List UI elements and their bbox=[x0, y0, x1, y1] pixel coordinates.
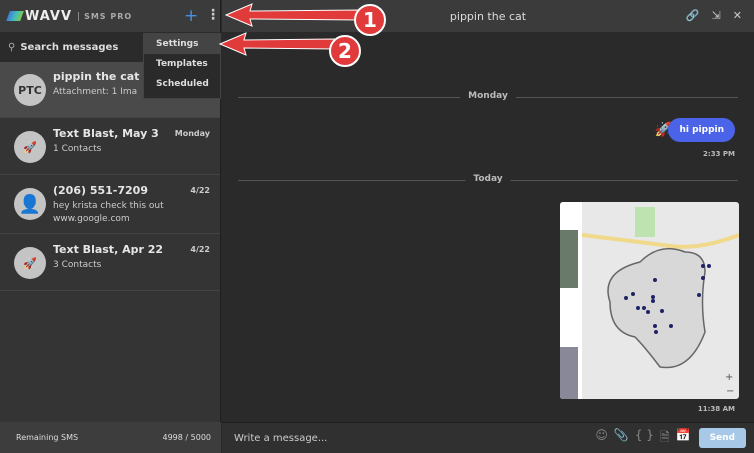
message-bubble: hi pippin bbox=[668, 118, 735, 142]
message-time: 2:33 PM bbox=[703, 150, 735, 158]
conversation-item[interactable]: 🚀 Text Blast, May 3 Monday 1 Contacts bbox=[0, 119, 220, 175]
emoji-icon[interactable]: ☺ bbox=[595, 428, 608, 449]
conversation-date: 4/22 bbox=[190, 245, 210, 254]
template-icon[interactable]: 🗎 bbox=[660, 428, 670, 449]
avatar: PTC bbox=[14, 74, 46, 106]
remaining-sms: Remaining SMS 4998 / 5000 bbox=[0, 422, 221, 453]
menu-item-settings[interactable]: Settings bbox=[144, 34, 220, 54]
conversation-name: Text Blast, Apr 22 bbox=[53, 243, 164, 256]
svg-text:−: − bbox=[726, 386, 734, 397]
logo: WAVV SMS PRO bbox=[6, 9, 132, 24]
composer: Write a message... ☺ 📎 { } 🗎 📅 Send bbox=[222, 422, 754, 453]
map-image-attachment[interactable]: + − bbox=[560, 202, 739, 399]
send-button[interactable]: Send bbox=[698, 428, 746, 448]
new-message-button[interactable]: + bbox=[184, 6, 198, 26]
link-icon[interactable]: 🔗 bbox=[686, 9, 700, 22]
date-divider: Today bbox=[238, 174, 738, 184]
conversation-item[interactable]: 🚀 Text Blast, Apr 22 4/22 3 Contacts bbox=[0, 235, 220, 291]
attachment-icon[interactable]: 📎 bbox=[614, 428, 629, 449]
merge-field-icon[interactable]: { } bbox=[635, 428, 654, 449]
menu-item-scheduled[interactable]: Scheduled bbox=[144, 74, 220, 94]
conversation-date: 4/22 bbox=[190, 186, 210, 195]
conversation-preview: 3 Contacts bbox=[53, 260, 102, 270]
message-time: 11:38 AM bbox=[697, 405, 735, 413]
svg-text:+: + bbox=[725, 372, 733, 383]
message-input[interactable]: Write a message... bbox=[234, 433, 327, 444]
rocket-icon: 🚀 bbox=[14, 131, 46, 163]
conversation-preview: 1 Contacts bbox=[53, 144, 102, 154]
conversation-header: pippin the cat 🔗 ⇲ ✕ bbox=[222, 0, 754, 32]
search-icon: ⚲ bbox=[8, 41, 16, 53]
conversation-preview: hey krista check this out www.google.com bbox=[53, 201, 164, 224]
rocket-icon: 🚀 bbox=[14, 247, 46, 279]
sidebar-header: WAVV SMS PRO + ⋮ bbox=[0, 0, 220, 32]
annotation-2: 2 bbox=[329, 35, 361, 67]
conversation-item[interactable]: 👤 (206) 551-7209 4/22 hey krista check this… bbox=[0, 176, 220, 234]
date-divider: Monday bbox=[238, 91, 738, 101]
more-menu-button[interactable]: ⋮ bbox=[206, 7, 220, 23]
person-icon: 👤 bbox=[14, 188, 46, 220]
dropdown-menu: Settings Templates Scheduled bbox=[143, 33, 221, 99]
annotation-1: 1 bbox=[354, 4, 386, 36]
conversation-title: pippin the cat bbox=[449, 9, 527, 23]
popout-icon[interactable]: ⇲ bbox=[712, 9, 721, 22]
conversation-pane: pippin the cat 🔗 ⇲ ✕ Monday 🚀 hi pippin 2:… bbox=[222, 0, 754, 453]
menu-item-templates[interactable]: Templates bbox=[144, 54, 220, 74]
conversation-name: (206) 551-7209 bbox=[53, 184, 148, 197]
conversation-date: Monday bbox=[174, 129, 210, 138]
close-icon[interactable]: ✕ bbox=[733, 9, 742, 22]
schedule-icon[interactable]: 📅 bbox=[676, 428, 691, 449]
product-label: SMS PRO bbox=[78, 11, 132, 21]
